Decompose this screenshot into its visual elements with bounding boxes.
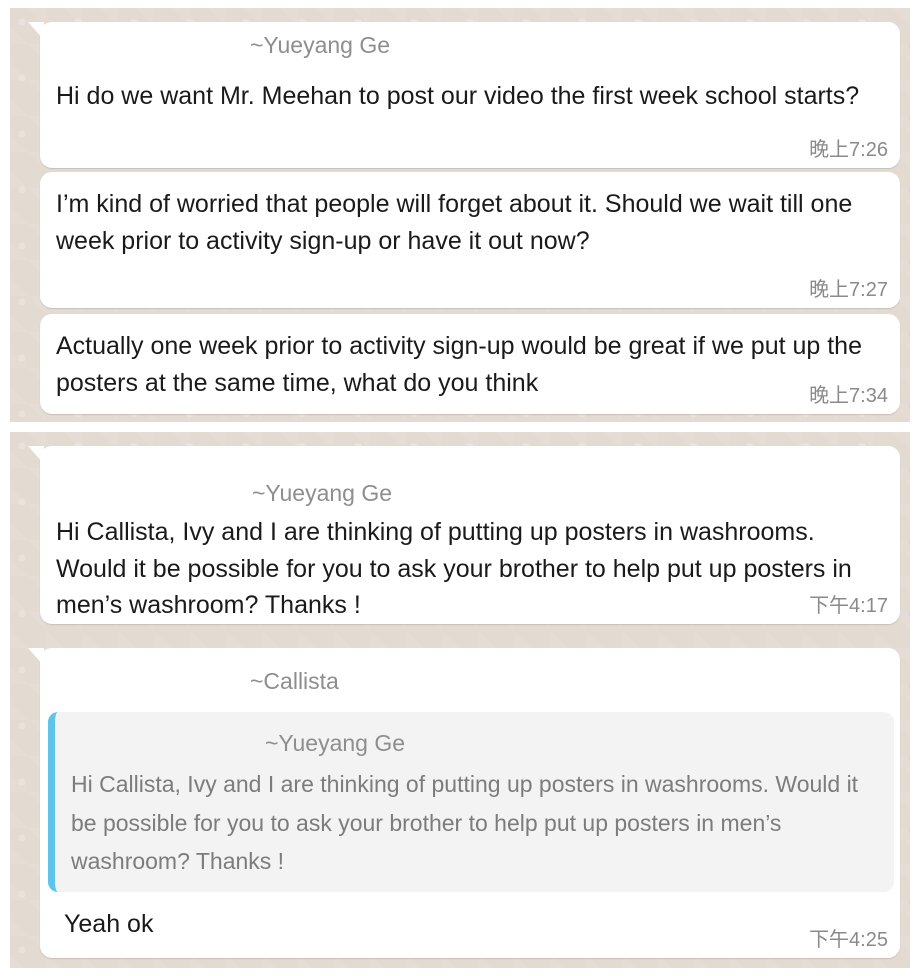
- message-time: 晚上7:26: [809, 139, 888, 161]
- message-time: 晚上7:34: [809, 385, 888, 407]
- message-time: 下午4:25: [809, 929, 888, 951]
- message-text: Yeah ok: [64, 910, 154, 938]
- message-bubble[interactable]: ~Yueyang Ge Hi Callista, Ivy and I are t…: [28, 446, 900, 624]
- message-bubble[interactable]: ~Callista ~Yueyang Ge Hi Callista, Ivy a…: [28, 648, 900, 958]
- chat-panel-2: ~Yueyang Ge Hi Callista, Ivy and I are t…: [10, 432, 910, 968]
- quoted-message[interactable]: ~Yueyang Ge Hi Callista, Ivy and I are t…: [48, 712, 894, 892]
- message-text: Hi Callista, Ivy and I are thinking of p…: [56, 518, 852, 619]
- message-text: Hi do we want Mr. Meehan to post our vid…: [56, 82, 860, 110]
- message-bubble[interactable]: I’m kind of worried that people will for…: [40, 172, 900, 308]
- message-bubble[interactable]: Actually one week prior to activity sign…: [40, 314, 900, 414]
- quoted-text: Hi Callista, Ivy and I are thinking of p…: [71, 771, 859, 874]
- quoted-sender-name: ~Yueyang Ge: [265, 730, 406, 756]
- chat-panel-1: ~Yueyang Ge Hi do we want Mr. Meehan to …: [10, 8, 910, 422]
- sender-name[interactable]: ~Yueyang Ge: [250, 32, 390, 59]
- message-text: I’m kind of worried that people will for…: [56, 190, 853, 255]
- message-time: 晚上7:27: [809, 279, 888, 301]
- message-text: Actually one week prior to activity sign…: [56, 332, 862, 397]
- message-time: 下午4:17: [809, 595, 888, 617]
- sender-name[interactable]: ~Yueyang Ge: [252, 480, 392, 507]
- message-bubble[interactable]: ~Yueyang Ge Hi do we want Mr. Meehan to …: [28, 22, 900, 168]
- sender-name[interactable]: ~Callista: [250, 668, 339, 695]
